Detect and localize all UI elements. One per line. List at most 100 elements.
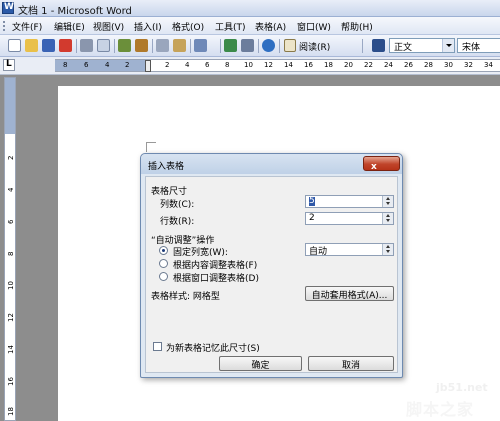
fixed-width-label: 固定列宽(W): bbox=[173, 248, 228, 258]
ruler-number: 18 bbox=[324, 61, 333, 69]
fit-window-radio[interactable] bbox=[159, 272, 168, 281]
ruler-number: 16 bbox=[304, 61, 313, 69]
toolbar-separator bbox=[76, 39, 77, 53]
table-style-label: 表格样式: 网格型 bbox=[151, 292, 220, 302]
menu-tools[interactable]: 工具(T) bbox=[215, 20, 246, 33]
toolbar-separator bbox=[152, 39, 153, 53]
styles-pane-icon[interactable] bbox=[372, 39, 385, 52]
columns-label: 列数(C): bbox=[160, 200, 195, 210]
ruler-number: 8 bbox=[7, 251, 15, 256]
columns-input[interactable]: 5 bbox=[305, 195, 394, 208]
dialog-title-bar[interactable]: 插入表格 x bbox=[141, 154, 402, 174]
tab-selector-icon[interactable] bbox=[3, 59, 15, 71]
autoformat-button[interactable]: 自动套用格式(A)... bbox=[305, 286, 394, 301]
ruler-number: 6 bbox=[7, 219, 15, 224]
open-folder-icon[interactable] bbox=[25, 39, 38, 52]
print-icon[interactable] bbox=[80, 39, 93, 52]
fit-content-radio[interactable] bbox=[159, 259, 168, 268]
grip-icon[interactable] bbox=[3, 21, 5, 31]
toolbar-separator bbox=[220, 39, 221, 53]
permission-icon[interactable] bbox=[59, 39, 72, 52]
watermark-name: 脚本之家 bbox=[406, 400, 475, 419]
fixed-width-spinner-icon[interactable] bbox=[382, 244, 393, 255]
columns-spinner-icon[interactable] bbox=[382, 196, 393, 207]
watermark-site: jb51.net bbox=[436, 381, 488, 394]
ruler-number: 4 bbox=[105, 61, 110, 69]
cancel-button-label: 取消 bbox=[341, 361, 360, 371]
rows-spinner-icon[interactable] bbox=[382, 213, 393, 224]
ruler-number: 18 bbox=[7, 407, 15, 416]
close-button[interactable]: x bbox=[363, 156, 400, 172]
ruler-number: 2 bbox=[165, 61, 170, 69]
menu-edit[interactable]: 编辑(E) bbox=[54, 20, 85, 33]
ruler-number: 26 bbox=[404, 61, 413, 69]
text-boundary-corner bbox=[146, 142, 156, 152]
ruler-number: 2 bbox=[7, 155, 15, 160]
ruler-number: 2 bbox=[125, 61, 130, 69]
menu-insert[interactable]: 插入(I) bbox=[134, 20, 162, 33]
tables-borders-icon[interactable] bbox=[241, 39, 254, 52]
autoformat-button-label: 自动套用格式(A)... bbox=[311, 291, 388, 301]
horizontal-ruler[interactable]: 8 6 4 2 2 4 6 8 10 12 14 16 18 20 22 24 … bbox=[55, 59, 500, 72]
new-document-icon[interactable] bbox=[8, 39, 21, 52]
cancel-button[interactable]: 取消 bbox=[308, 356, 394, 371]
spelling-icon[interactable] bbox=[118, 39, 131, 52]
help-icon[interactable] bbox=[262, 39, 275, 52]
toolbar-separator bbox=[258, 39, 259, 53]
menu-help[interactable]: 帮助(H) bbox=[341, 20, 373, 33]
print-preview-icon[interactable] bbox=[97, 39, 110, 52]
paste-icon[interactable] bbox=[173, 39, 186, 52]
menu-view[interactable]: 视图(V) bbox=[93, 20, 124, 33]
ruler-number: 14 bbox=[7, 345, 15, 354]
copy-icon[interactable] bbox=[156, 39, 169, 52]
fit-content-label: 根据内容调整表格(F) bbox=[173, 261, 258, 271]
style-combo[interactable]: 正文 bbox=[389, 38, 455, 53]
fixed-width-select[interactable]: 自动 bbox=[305, 243, 394, 257]
ruler-number: 32 bbox=[464, 61, 473, 69]
read-mode-button[interactable]: 阅读(R) bbox=[299, 40, 330, 53]
ruler-number: 16 bbox=[7, 377, 15, 386]
rows-label: 行数(R): bbox=[160, 217, 195, 227]
font-value: 宋体 bbox=[462, 43, 481, 53]
remember-size-checkbox[interactable] bbox=[153, 342, 162, 351]
dialog-body: 表格尺寸 列数(C): 5 行数(R): 2 “自动调整”操作 固定列宽(W):… bbox=[145, 176, 398, 373]
font-combo[interactable]: 宋体 bbox=[457, 38, 500, 53]
window-title: 文档 1 - Microsoft Word bbox=[18, 6, 132, 17]
ruler-number: 8 bbox=[63, 61, 68, 69]
ruler-number: 12 bbox=[264, 61, 273, 69]
fit-window-label: 根据窗口调整表格(D) bbox=[173, 274, 259, 284]
title-bar: 文档 1 - Microsoft Word bbox=[0, 0, 500, 17]
ruler-margin-area bbox=[5, 78, 15, 134]
save-icon[interactable] bbox=[42, 39, 55, 52]
style-value: 正文 bbox=[394, 43, 413, 53]
toolbar-separator bbox=[114, 39, 115, 53]
ruler-number: 20 bbox=[344, 61, 353, 69]
ruler-number: 24 bbox=[384, 61, 393, 69]
rows-input[interactable]: 2 bbox=[305, 212, 394, 225]
hyperlink-icon[interactable] bbox=[224, 39, 237, 52]
menu-file[interactable]: 文件(F) bbox=[12, 20, 42, 33]
menu-format[interactable]: 格式(O) bbox=[172, 20, 204, 33]
fixed-width-radio[interactable] bbox=[159, 246, 168, 255]
menu-table[interactable]: 表格(A) bbox=[255, 20, 286, 33]
research-icon[interactable] bbox=[135, 39, 148, 52]
table-size-group-label: 表格尺寸 bbox=[151, 187, 188, 197]
columns-value: 5 bbox=[309, 196, 315, 206]
vertical-ruler[interactable]: 2 4 6 8 10 12 14 16 18 bbox=[4, 77, 16, 421]
read-mode-icon[interactable] bbox=[284, 39, 296, 52]
rows-value: 2 bbox=[309, 213, 315, 223]
ruler-number: 8 bbox=[225, 61, 230, 69]
chevron-down-icon[interactable] bbox=[442, 39, 454, 52]
ruler-number: 10 bbox=[244, 61, 253, 69]
undo-icon[interactable] bbox=[194, 39, 207, 52]
indent-marker-icon[interactable] bbox=[145, 60, 151, 72]
toolbar-separator bbox=[279, 39, 280, 53]
ruler-number: 4 bbox=[185, 61, 190, 69]
fixed-width-value: 自动 bbox=[309, 247, 328, 257]
menu-window[interactable]: 窗口(W) bbox=[297, 20, 331, 33]
word-app-icon[interactable] bbox=[2, 2, 14, 14]
ok-button[interactable]: 确定 bbox=[219, 356, 302, 371]
ok-button-label: 确定 bbox=[251, 361, 270, 371]
ruler-number: 12 bbox=[7, 313, 15, 322]
dialog-title: 插入表格 bbox=[148, 162, 185, 172]
